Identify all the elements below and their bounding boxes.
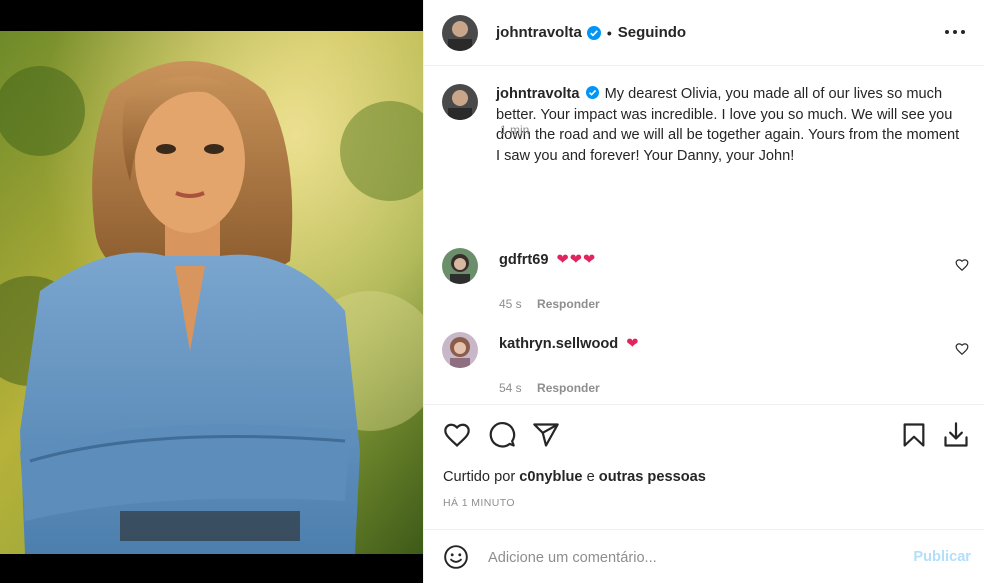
liked-by-prefix: Curtido por	[443, 469, 516, 485]
post-photo[interactable]	[0, 31, 423, 554]
caption-verified-badge-icon	[585, 86, 599, 99]
share-icon[interactable]	[532, 421, 560, 449]
caption-text-block: johntravolta My dearest Olivia, you made…	[496, 84, 966, 166]
reply-button[interactable]: Responder	[537, 297, 600, 311]
liked-by-user[interactable]: c0nyblue	[519, 469, 582, 485]
liked-by-conjunction: e	[586, 469, 595, 485]
comment-text: ❤	[626, 336, 640, 352]
post-header: johntravolta • Seguindo	[424, 0, 984, 66]
comment-time: 45 s	[499, 297, 522, 311]
comment-like-heart-icon[interactable]	[955, 258, 969, 272]
comment-item: kathryn.sellwood ❤ 54 s Responder	[442, 332, 969, 395]
more-options-icon[interactable]	[945, 22, 965, 42]
post-actions: Curtido por c0nyblue e outras pessoas HÁ…	[424, 404, 984, 529]
commenter-avatar[interactable]	[442, 332, 478, 368]
heart-icon[interactable]	[443, 421, 471, 449]
caption-author-avatar[interactable]	[442, 84, 478, 120]
reply-button[interactable]: Responder	[537, 381, 600, 395]
comment-input[interactable]	[488, 548, 868, 568]
author-username[interactable]: johntravolta	[496, 24, 582, 41]
comment-username[interactable]: kathryn.sellwood	[499, 336, 618, 352]
post-time-ago: HÁ 1 MINUTO	[443, 497, 515, 509]
comment-like-heart-icon[interactable]	[955, 342, 969, 356]
comment-meta: 54 s Responder	[499, 381, 967, 395]
comment-username[interactable]: gdfrt69	[499, 252, 548, 268]
author-avatar[interactable]	[442, 14, 478, 51]
action-icons-row	[443, 421, 968, 451]
comment-meta: 45 s Responder	[499, 297, 967, 311]
comment-time: 54 s	[499, 381, 522, 395]
caption-time: 1 min	[500, 123, 530, 137]
post-media	[0, 0, 423, 583]
liked-by: Curtido por c0nyblue e outras pessoas	[443, 469, 706, 485]
comment-body: gdfrt69 ❤❤❤	[499, 248, 596, 268]
comment-composer: Publicar	[424, 529, 984, 583]
liked-by-others[interactable]: outras pessoas	[599, 469, 706, 485]
download-icon[interactable]	[942, 421, 970, 449]
caption-username[interactable]: johntravolta	[496, 86, 580, 102]
comment-text: ❤❤❤	[556, 252, 597, 268]
bookmark-icon[interactable]	[900, 421, 928, 449]
separator-dot: •	[606, 24, 612, 41]
comment-body: kathryn.sellwood ❤	[499, 332, 640, 352]
emoji-icon[interactable]	[443, 544, 469, 570]
publish-button[interactable]: Publicar	[913, 549, 971, 565]
comment-icon[interactable]	[488, 421, 516, 449]
follow-status-button[interactable]: Seguindo	[618, 24, 686, 41]
commenter-avatar[interactable]	[442, 248, 478, 284]
post-side-panel: johntravolta • Seguindo johntravolta My …	[423, 0, 984, 583]
verified-badge-icon	[586, 25, 601, 40]
comment-item: gdfrt69 ❤❤❤ 45 s Responder	[442, 248, 969, 311]
